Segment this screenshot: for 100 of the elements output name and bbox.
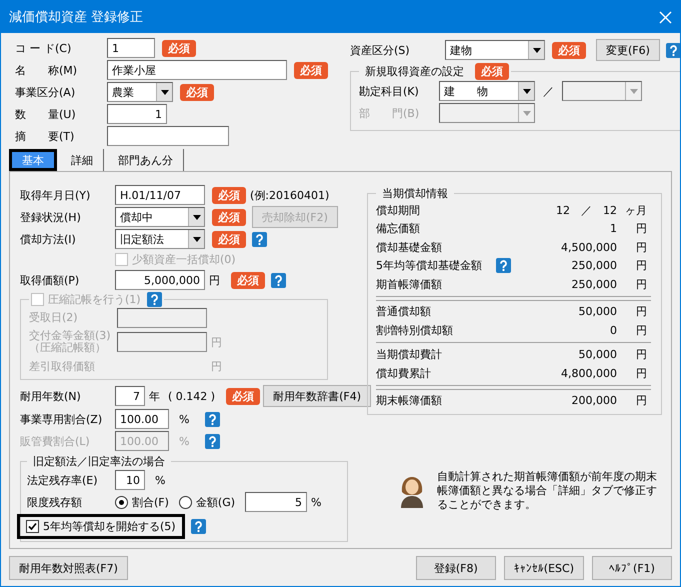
separator-text: ／ xyxy=(543,84,554,98)
checkbox[interactable]: 5年均等償却を開始する(5) xyxy=(17,514,185,538)
field-label: 法定残存率(E) xyxy=(27,472,99,488)
input-field[interactable]: 作業小屋 xyxy=(107,60,287,80)
select-field[interactable]: 建物 xyxy=(445,40,545,60)
input-field[interactable]: 100.00 xyxy=(115,409,169,429)
field-label: 事業区分(A) xyxy=(15,84,76,100)
rate-text: ( 0.142 ) xyxy=(168,390,216,402)
unit-text: 円 xyxy=(211,359,222,374)
unit-text: % xyxy=(155,474,166,486)
help-icon[interactable] xyxy=(496,258,511,274)
field-sublabel: （圧縮記帳額） xyxy=(29,342,107,354)
checkmark-icon xyxy=(28,522,37,530)
field-label: 名 称(M) xyxy=(15,62,78,78)
unit-text: 円 xyxy=(635,393,647,408)
field-label: 受取日(2) xyxy=(29,312,79,324)
tab[interactable]: 部門あん分 xyxy=(108,149,184,171)
info-label: 償却費累計 xyxy=(376,366,431,381)
input-field[interactable]: 1 xyxy=(107,38,155,58)
select-field[interactable] xyxy=(439,103,535,123)
unit-text: 円 xyxy=(635,221,647,236)
dialog-button[interactable]: 登録(F8) xyxy=(416,556,496,580)
unit-text: % xyxy=(311,496,322,508)
dialog-button[interactable]: ｷｬﾝｾﾙ(ESC) xyxy=(504,556,584,580)
info-label: 期首帳簿価額 xyxy=(376,276,442,292)
help-icon[interactable] xyxy=(252,232,267,246)
dictionary-button[interactable]: 耐用年数辞書(F4) xyxy=(263,385,371,407)
field-label: 販管費割合(L) xyxy=(20,434,91,448)
radio-button[interactable]: 割合(F) xyxy=(115,494,169,510)
unit-text: 円 xyxy=(635,322,647,338)
unit-text: 円 xyxy=(635,276,647,292)
input-field[interactable]: 10 xyxy=(115,470,145,490)
dropdown-arrow-icon xyxy=(160,90,168,94)
close-icon[interactable] xyxy=(659,10,672,24)
input-field[interactable] xyxy=(107,126,229,146)
info-value: 4,800,000 xyxy=(561,366,617,380)
change-button[interactable]: 変更(F6) xyxy=(596,39,660,61)
dropdown-arrow-icon xyxy=(192,236,200,242)
info-label: 備忘価額 xyxy=(376,221,420,236)
select-field[interactable]: 旧定額法 xyxy=(115,229,205,249)
input-field[interactable]: 5 xyxy=(245,492,308,512)
field-label: 取得年月日(Y) xyxy=(20,188,92,202)
field-label: コ ー ド(C) xyxy=(15,40,72,56)
info-label: 償却基礎金額 xyxy=(376,240,442,255)
required-badge: 必須 xyxy=(212,208,246,226)
input-field[interactable]: 7 xyxy=(115,386,145,406)
unit-text: 円 xyxy=(635,258,647,274)
dropdown-arrow-icon xyxy=(532,48,540,52)
select-field[interactable] xyxy=(562,81,642,101)
unit-text: % xyxy=(179,434,190,448)
select-field[interactable]: 建 物 xyxy=(439,81,535,101)
info-value: 250,000 xyxy=(572,278,617,291)
select-field[interactable]: 農業 xyxy=(107,82,173,102)
select-field[interactable]: 償却中 xyxy=(115,207,205,227)
info-value: 50,000 xyxy=(578,305,617,318)
group-title: 旧定額法／旧定率法の場合 xyxy=(33,454,165,469)
unit-text: 円 xyxy=(635,240,647,255)
radio-button[interactable]: 金額(G) xyxy=(178,494,236,510)
unit-text: 円 xyxy=(209,272,220,288)
unit-text: 円 xyxy=(635,304,647,320)
field-label: 差引取得価額 xyxy=(29,360,96,372)
help-icon[interactable] xyxy=(271,272,286,288)
example-text: (例:20160401) xyxy=(250,188,330,202)
field-label: 登録状況(H) xyxy=(20,210,82,224)
window-title: 減価償却資産 登録修正 xyxy=(9,9,144,26)
unit-text: ヶ月 xyxy=(624,202,647,218)
table-button[interactable]: 耐用年数対照表(F7) xyxy=(9,556,128,580)
unit-text: 円 xyxy=(635,366,647,381)
field-label: 限度残存額 xyxy=(27,494,83,510)
unit-text: % xyxy=(179,412,190,426)
dropdown-arrow-icon xyxy=(192,214,200,220)
info-value: 1 xyxy=(610,222,617,236)
info-label: 期末帳簿価額 xyxy=(376,393,442,408)
field-label: 部 門(B) xyxy=(359,106,420,120)
help-icon[interactable] xyxy=(190,518,206,534)
tab[interactable]: 詳細 xyxy=(61,149,104,171)
required-badge: 必須 xyxy=(226,388,260,404)
field-label: 償却方法(I) xyxy=(20,232,77,246)
required-badge: 必須 xyxy=(180,84,214,100)
field-label: 交付金等金額(3) xyxy=(29,330,112,342)
dialog-button[interactable]: ﾍﾙﾌﾟ(F1) xyxy=(592,556,672,580)
help-icon[interactable] xyxy=(205,412,220,426)
input-field[interactable]: 5,000,000 xyxy=(115,270,205,290)
help-icon[interactable] xyxy=(666,42,680,58)
input-field[interactable] xyxy=(117,308,207,328)
info-label: 当期償却費計 xyxy=(376,347,442,362)
field-label: 事業専用割合(Z) xyxy=(20,412,104,426)
group-title: 新規取得資産の設定 xyxy=(365,64,464,79)
info-label: 償却期間 xyxy=(376,202,420,218)
input-field[interactable]: H.01/11/07 xyxy=(115,185,205,205)
dropdown-arrow-icon xyxy=(630,88,638,94)
input-field[interactable] xyxy=(117,332,207,352)
input-field[interactable]: 1 xyxy=(107,104,167,124)
required-badge: 必須 xyxy=(231,272,265,288)
field-label: 取得価額(P) xyxy=(20,272,80,288)
dropdown-arrow-icon xyxy=(522,88,530,94)
group-title: 当期償却情報 xyxy=(382,186,448,201)
required-badge: 必須 xyxy=(475,63,509,80)
required-badge: 必須 xyxy=(552,42,586,58)
unit-text: 年 xyxy=(149,388,160,404)
